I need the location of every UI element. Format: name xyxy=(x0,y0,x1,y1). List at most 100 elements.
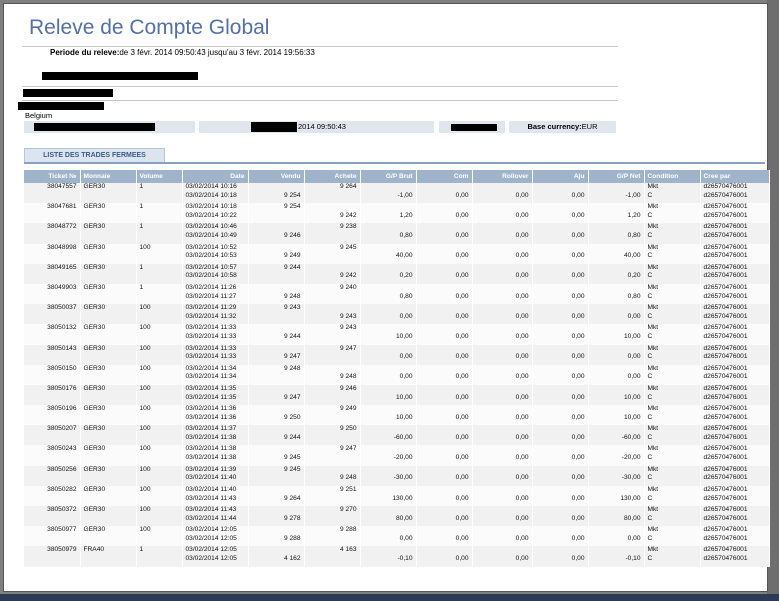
volume-value: 1 xyxy=(139,283,144,291)
cell-vendu: 9 244 xyxy=(248,425,305,446)
divider xyxy=(22,86,618,87)
table-row: 38050372 GER30 100 03/02/2014 11:43 03/02/20… xyxy=(24,506,770,527)
cell-aju: 0,00 xyxy=(532,324,589,345)
cell-monnaie: FRA40 xyxy=(80,546,137,567)
achete-value: 9 242 xyxy=(339,211,357,219)
cell-date: 03/02/2014 11:26 03/02/2014 11:27 xyxy=(182,283,249,305)
col-ticket[interactable]: Ticket № xyxy=(24,170,81,183)
date-open: 03/02/2014 11:34 xyxy=(185,364,237,372)
cell-condition: Mkt C xyxy=(644,324,701,345)
col-aju[interactable]: Aju xyxy=(532,170,589,183)
date-open: 03/02/2014 11:33 xyxy=(185,324,237,332)
cell-ticket: 38050150 xyxy=(24,364,81,385)
achete-value: 9 246 xyxy=(339,384,357,392)
cell-rollover: 0,00 xyxy=(472,183,533,204)
gp-net-value: 1,20 xyxy=(627,211,641,219)
cell-rollover: 0,00 xyxy=(472,405,533,426)
condition-type: Mkt xyxy=(647,223,659,231)
cell-aju: 0,00 xyxy=(532,425,589,446)
aju-value: 0,00 xyxy=(571,454,585,462)
redacted-account-number xyxy=(34,123,155,131)
col-cree-par[interactable]: Cree par xyxy=(700,170,770,183)
creator-close: d26570476001 xyxy=(703,534,748,542)
creator-close: d26570476001 xyxy=(703,555,748,563)
aju-value: 0,00 xyxy=(571,312,585,320)
aju-value: 0,00 xyxy=(571,433,585,441)
cell-monnaie: GER30 xyxy=(80,364,137,385)
table-row: 38049903 GER30 1 03/02/2014 11:26 03/02/2014… xyxy=(24,283,770,305)
cell-date: 03/02/2014 11:34 03/02/2014 11:34 xyxy=(182,364,249,385)
condition-type: Mkt xyxy=(647,324,659,332)
cell-achete: 4 163 xyxy=(304,546,361,567)
cell-gp-net: 1,20 xyxy=(588,203,645,224)
col-vendu[interactable]: Vendu xyxy=(248,170,305,183)
cell-cree-par: d26570476001 d26570476001 xyxy=(700,243,770,264)
col-rollover[interactable]: Rollover xyxy=(472,170,533,183)
date-close: 03/02/2014 11:32 xyxy=(185,312,237,320)
cell-monnaie: GER30 xyxy=(80,183,137,204)
achete-value: 4 163 xyxy=(339,546,357,554)
creator-open: d26570476001 xyxy=(703,183,748,190)
cell-aju: 0,00 xyxy=(532,364,589,385)
creator-close: d26570476001 xyxy=(703,211,748,219)
col-gp-net[interactable]: G/P Net xyxy=(588,170,645,183)
cell-achete: 9 240 xyxy=(304,283,361,305)
closed-trades-table: Ticket № Monnaie Volume Date Vendu Achet… xyxy=(24,170,770,567)
vendu-value: 9 244 xyxy=(283,433,301,441)
monnaie-value: GER30 xyxy=(83,405,106,413)
condition-code: C xyxy=(647,211,653,219)
cell-achete: 9 250 xyxy=(304,425,361,446)
creator-open: d26570476001 xyxy=(703,384,748,392)
creator-open: d26570476001 xyxy=(703,445,748,453)
creator-close: d26570476001 xyxy=(703,413,748,421)
vendu-value: 9 248 xyxy=(283,292,301,300)
cell-cree-par: d26570476001 d26570476001 xyxy=(700,223,770,244)
date-open: 03/02/2014 11:26 xyxy=(185,283,237,291)
col-monnaie[interactable]: Monnaie xyxy=(80,170,137,183)
info-cell-type xyxy=(439,121,505,133)
vendu-value: 9 288 xyxy=(283,534,301,542)
vendu-value: 9 264 xyxy=(283,494,301,502)
cell-ticket: 38050037 xyxy=(24,304,81,325)
ticket-value: 38050256 xyxy=(47,465,77,473)
cell-gp-brut: -30,00 xyxy=(360,465,417,486)
creator-close: d26570476001 xyxy=(703,272,748,280)
cell-volume: 100 xyxy=(136,344,183,365)
col-volume[interactable]: Volume xyxy=(136,170,183,183)
cell-com: 0,00 xyxy=(416,304,473,325)
ticket-value: 38050143 xyxy=(47,344,77,352)
achete-value: 9 264 xyxy=(339,183,357,190)
table-row: 38050037 GER30 100 03/02/2014 11:29 03/02/20… xyxy=(24,304,770,325)
date-open: 03/02/2014 11:33 xyxy=(185,344,237,352)
redacted-address-2 xyxy=(18,102,104,110)
cell-monnaie: GER30 xyxy=(80,324,137,345)
ticket-value: 38048998 xyxy=(47,243,77,251)
creator-close: d26570476001 xyxy=(703,353,748,361)
creator-close: d26570476001 xyxy=(703,454,748,462)
condition-type: Mkt xyxy=(647,526,659,534)
cell-vendu: 9 249 xyxy=(248,243,305,264)
col-condition[interactable]: Condition xyxy=(644,170,701,183)
cell-volume: 1 xyxy=(136,223,183,244)
condition-code: C xyxy=(647,252,653,260)
cell-achete: 9 247 xyxy=(304,445,361,466)
col-date[interactable]: Date xyxy=(182,170,249,183)
col-gp-brut[interactable]: G/P Brut xyxy=(360,170,417,183)
monnaie-value: GER30 xyxy=(83,243,106,251)
col-com[interactable]: Com xyxy=(416,170,473,183)
cell-com: 0,00 xyxy=(416,243,473,264)
cell-achete: 9 247 xyxy=(304,344,361,365)
gp-brut-value: 10,00 xyxy=(395,333,413,340)
vendu-value: 9 250 xyxy=(283,413,301,421)
tab-closed-trades[interactable]: LISTE DES TRADES FERMEES xyxy=(24,148,165,163)
cell-gp-brut: 0,80 xyxy=(360,223,417,244)
cell-rollover: 0,00 xyxy=(472,324,533,345)
table-row: 38047557 GER30 1 03/02/2014 10:16 03/02/2014… xyxy=(24,183,770,204)
creator-close: d26570476001 xyxy=(703,333,748,340)
cell-gp-net: 10,00 xyxy=(588,324,645,345)
col-achete[interactable]: Achete xyxy=(304,170,361,183)
gp-net-value: 0,80 xyxy=(627,292,641,300)
cell-gp-net: 0,00 xyxy=(588,364,645,385)
cell-volume: 1 xyxy=(136,263,183,284)
condition-code: C xyxy=(647,353,653,361)
